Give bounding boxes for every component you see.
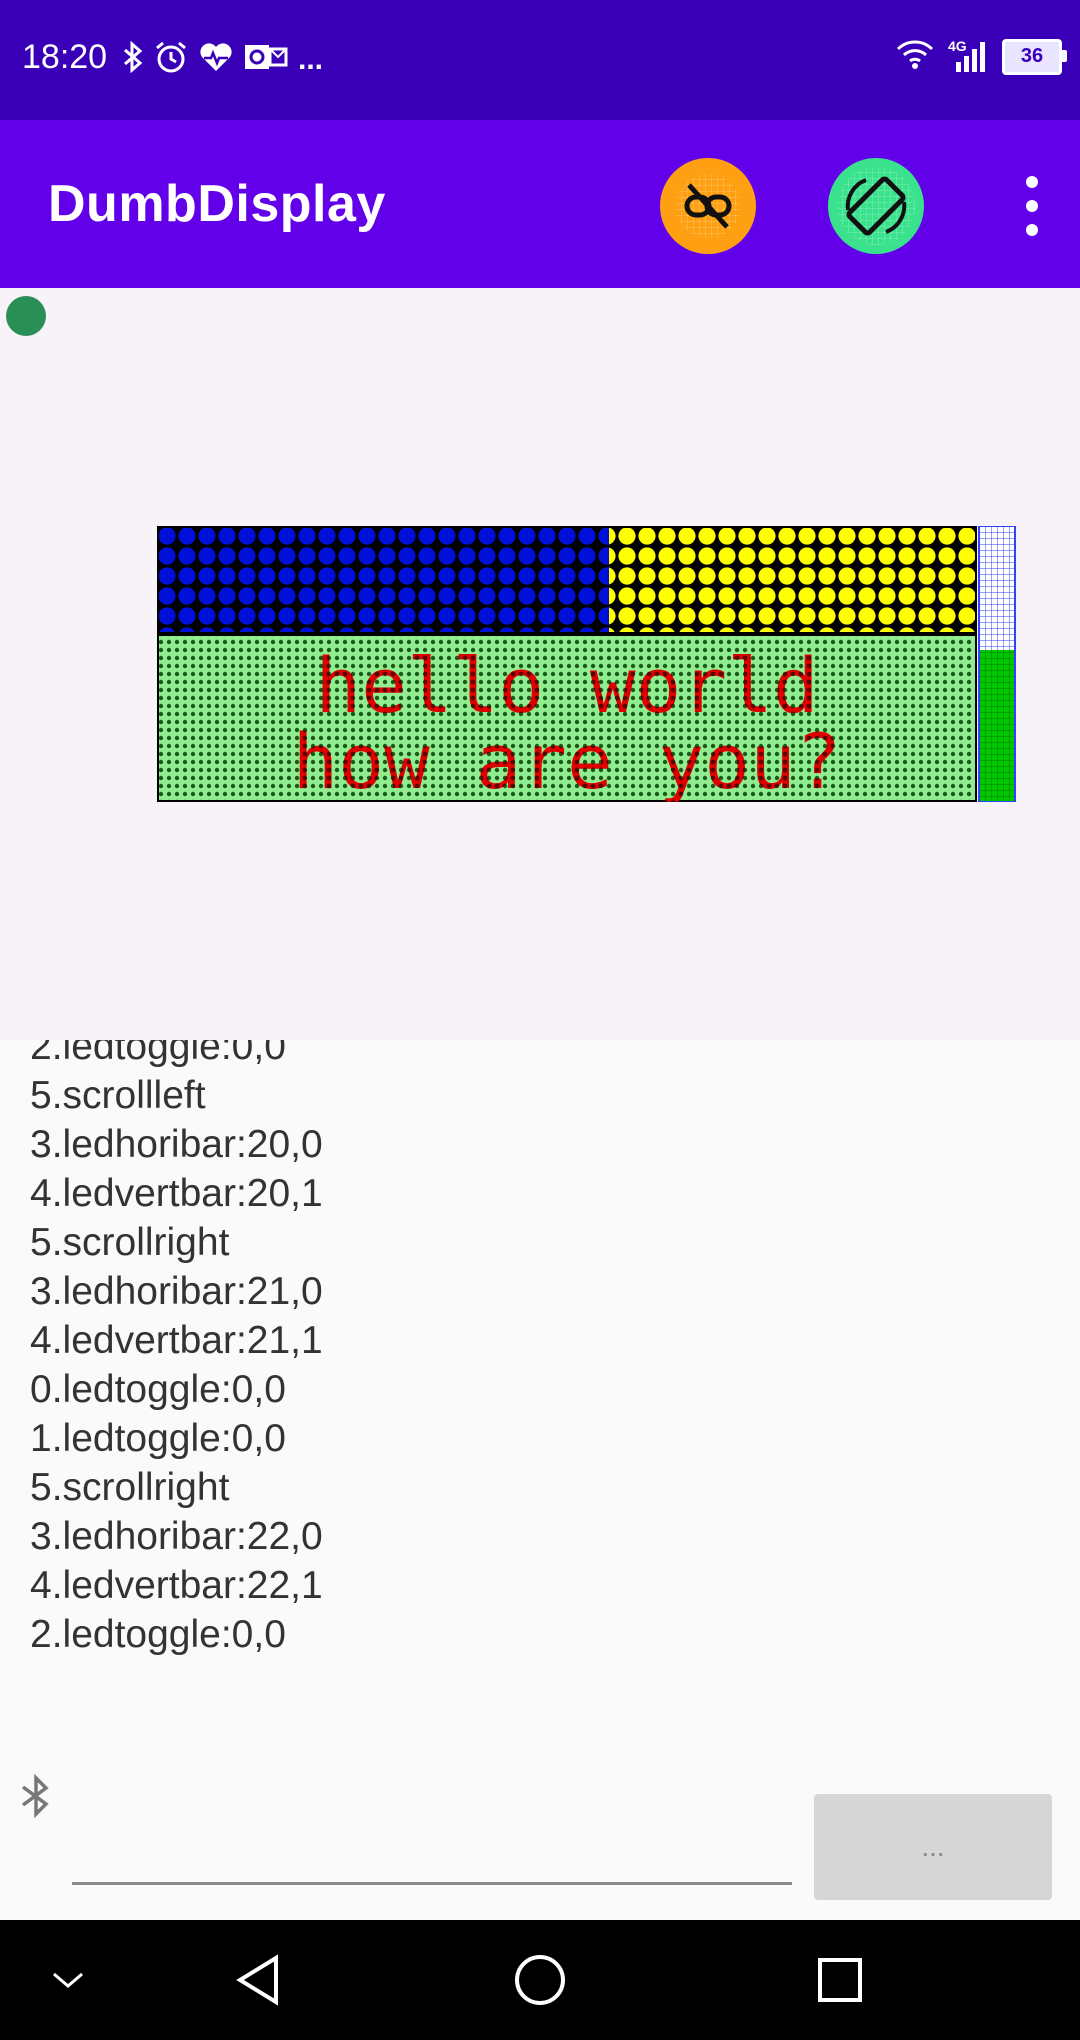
send-button[interactable]: ... <box>814 1794 1052 1900</box>
led-text-line-2: how are you? <box>292 717 841 802</box>
log-line: 1.ledtoggle:0,0 <box>30 1417 286 1460</box>
led-display: hello world how are you? <box>157 525 1017 807</box>
log-line: 4.ledvertbar:20,1 <box>30 1172 323 1215</box>
log-line: 3.ledhoribar:20,0 <box>30 1123 323 1166</box>
more-notifications-icon: ... <box>298 42 324 76</box>
screen-rotation-button[interactable] <box>828 158 924 254</box>
health-icon <box>198 41 234 78</box>
app-bar: DumbDisplay <box>0 120 1080 288</box>
outlook-icon <box>244 41 288 78</box>
overflow-menu-icon <box>1026 176 1038 188</box>
log-line: 4.ledvertbar:21,1 <box>30 1319 323 1362</box>
hide-keyboard-icon <box>53 1972 83 1988</box>
input-bar: ... <box>0 1720 1080 1920</box>
log-line: 0.ledtoggle:0,0 <box>30 1368 286 1411</box>
signal-4g-icon: 4G <box>948 38 988 74</box>
app-title: DumbDisplay <box>48 175 386 233</box>
overflow-menu-button[interactable] <box>1020 176 1044 236</box>
wifi-icon <box>896 38 934 75</box>
bluetooth-icon <box>18 1773 54 1823</box>
home-icon <box>515 1955 565 2005</box>
alarm-icon <box>154 40 188 79</box>
bluetooth-icon <box>122 40 144 78</box>
log-line: 2.ledtoggle:0,0 <box>30 1040 286 1068</box>
home-button[interactable] <box>510 1950 570 2010</box>
recents-button[interactable] <box>810 1950 870 2010</box>
log-line: 5.scrollleft <box>30 1074 206 1117</box>
display-canvas: hello world how are you? <box>0 288 1080 1040</box>
command-input[interactable] <box>72 1800 792 1885</box>
back-icon <box>236 1954 278 2006</box>
screen-rotation-icon <box>837 167 915 245</box>
link-off-icon <box>676 174 740 238</box>
log-list: 2.ledtoggle:0,0 5.scrollleft 3.ledhoriba… <box>30 1040 323 1659</box>
log-line: 5.scrollright <box>30 1466 230 1509</box>
link-off-button[interactable] <box>660 158 756 254</box>
log-line: 4.ledvertbar:22,1 <box>30 1564 323 1607</box>
log-line: 5.scrollright <box>30 1221 230 1264</box>
recents-icon <box>818 1958 862 2002</box>
log-panel[interactable]: 2.ledtoggle:0,0 5.scrollleft 3.ledhoriba… <box>0 1040 1080 1720</box>
back-button[interactable] <box>228 1950 288 2010</box>
led-panel-yellow <box>609 528 975 632</box>
status-time: 18:20 <box>22 38 108 76</box>
notification-icons: ... <box>122 40 323 79</box>
battery-level: 36 <box>1020 45 1044 67</box>
led-vert-bar-fill <box>980 650 1014 801</box>
log-line: 3.ledhoribar:22,0 <box>30 1515 323 1558</box>
led-grid: hello world how are you? <box>157 525 1016 806</box>
status-bar: 18:20 ... 4G 36 <box>0 0 1080 120</box>
led-panel-blue <box>159 528 609 632</box>
log-line: 2.ledtoggle:0,0 <box>30 1613 286 1656</box>
log-line: 3.ledhoribar:21,0 <box>30 1270 323 1313</box>
navigation-bar <box>0 1920 1080 2040</box>
battery-icon: 36 <box>1002 38 1067 75</box>
system-status-icons: 4G 36 <box>896 38 1067 75</box>
connection-status-dot <box>6 296 46 336</box>
hide-keyboard-button[interactable] <box>38 1950 98 2010</box>
